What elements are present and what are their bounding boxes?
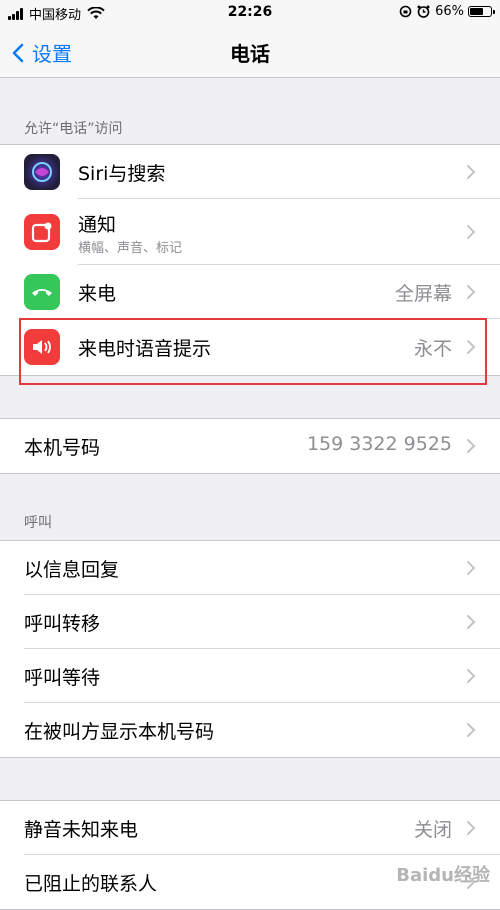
chevron-right-icon	[467, 165, 476, 179]
access-group: Siri与搜索 通知 横幅、声音、标记 来电 全屏幕 来电时语音提示 永不	[0, 144, 500, 376]
row-label-siri: Siri与搜索	[78, 163, 166, 185]
section-header-calls: 呼叫	[24, 515, 52, 531]
row-label-show-caller-id: 在被叫方显示本机号码	[24, 721, 215, 743]
chevron-right-icon	[467, 225, 476, 239]
row-value-silence-unknown: 关闭	[413, 819, 452, 841]
speaker-icon	[24, 329, 60, 365]
row-call-forwarding[interactable]: 呼叫转移	[0, 595, 500, 649]
row-label-call-waiting: 呼叫等待	[24, 667, 101, 689]
row-respond-with-text[interactable]: 以信息回复	[0, 541, 500, 595]
row-label-blocked-contacts: 已阻止的联系人	[24, 873, 158, 895]
chevron-right-icon	[467, 723, 476, 737]
row-call-waiting[interactable]: 呼叫等待	[0, 649, 500, 703]
misc-group: 静音未知来电 关闭 已阻止的联系人	[0, 800, 500, 910]
chevron-right-icon	[467, 439, 476, 453]
chevron-right-icon	[467, 669, 476, 683]
row-incoming-calls[interactable]: 来电 全屏幕	[0, 265, 500, 319]
watermark: Baidu经验	[396, 865, 490, 886]
status-bar: 中国移动 22:26 66%	[0, 0, 500, 26]
row-label-incoming-calls: 来电	[78, 283, 117, 305]
row-label-my-number: 本机号码	[24, 437, 101, 459]
my-number-group: 本机号码 159 3322 9525	[0, 418, 500, 474]
row-announce-calls[interactable]: 来电时语音提示 永不	[0, 319, 500, 375]
status-right: 66%	[399, 4, 495, 19]
row-siri[interactable]: Siri与搜索	[0, 145, 500, 199]
chevron-right-icon	[467, 821, 476, 835]
row-value-announce-calls: 永不	[413, 338, 452, 360]
phone-icon	[24, 274, 60, 310]
row-label-call-forwarding: 呼叫转移	[24, 613, 101, 635]
row-label-silence-unknown: 静音未知来电	[24, 819, 139, 841]
row-notifications[interactable]: 通知 横幅、声音、标记	[0, 199, 500, 265]
row-my-number[interactable]: 本机号码 159 3322 9525	[0, 419, 500, 473]
chevron-right-icon	[467, 285, 476, 299]
chevron-right-icon	[467, 615, 476, 629]
row-value-incoming-calls: 全屏幕	[394, 283, 452, 305]
page-title: 电话	[230, 42, 270, 66]
row-sublabel-notifications: 横幅、声音、标记	[78, 241, 183, 256]
chevron-right-icon	[467, 340, 476, 354]
siri-icon	[24, 154, 60, 190]
notifications-icon	[24, 214, 60, 250]
calls-group: 以信息回复 呼叫转移 呼叫等待 在被叫方显示本机号码	[0, 540, 500, 758]
row-label-announce-calls: 来电时语音提示	[78, 338, 212, 360]
battery-icon	[468, 6, 495, 17]
row-label-notifications: 通知	[78, 214, 117, 236]
row-value-my-number: 159 3322 9525	[306, 433, 452, 455]
row-label-respond-with-text: 以信息回复	[24, 559, 120, 581]
orientation-lock-icon	[399, 5, 412, 18]
section-header-access: 允许“电话”访问	[24, 121, 123, 137]
row-show-caller-id[interactable]: 在被叫方显示本机号码	[0, 703, 500, 757]
alarm-icon	[417, 5, 430, 18]
navigation-bar: 设置 电话	[0, 26, 500, 78]
chevron-right-icon	[467, 561, 476, 575]
row-silence-unknown[interactable]: 静音未知来电 关闭	[0, 801, 500, 855]
battery-percent: 66%	[435, 4, 464, 19]
